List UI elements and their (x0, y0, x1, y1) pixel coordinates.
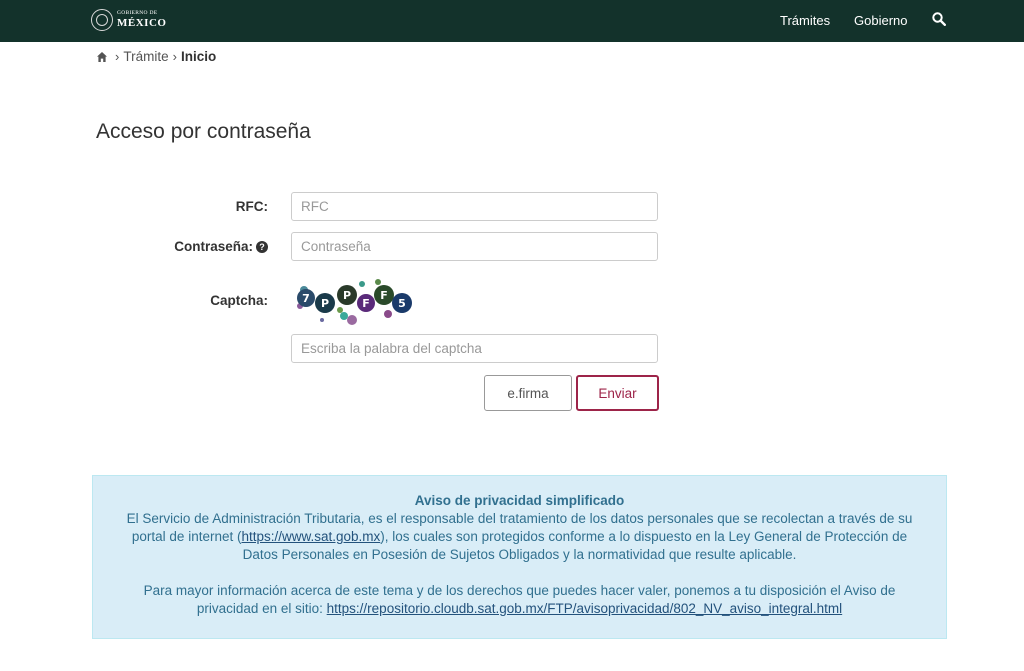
captcha-char: F (380, 289, 388, 302)
captcha-char: 5 (398, 297, 406, 310)
password-label-group: Contraseña: ? (174, 239, 268, 254)
privacy-title: Aviso de privacidad simplificado (414, 493, 625, 508)
captcha-char: P (321, 297, 329, 310)
sat-link[interactable]: https://www.sat.gob.mx (241, 529, 380, 544)
breadcrumb-inicio: Inicio (180, 49, 217, 64)
logo-big-text: MÉXICO (117, 16, 167, 29)
efirma-button[interactable]: e.firma (484, 375, 572, 411)
home-icon[interactable] (96, 51, 108, 63)
top-navbar: GOBIERNO DE MÉXICO Trámites Gobierno (0, 0, 1024, 42)
page-title: Acceso por contraseña (96, 120, 311, 143)
breadcrumb: › Trámite › Inicio (96, 49, 216, 64)
breadcrumb-tramite[interactable]: Trámite (123, 49, 168, 64)
captcha-char: P (343, 289, 351, 302)
chevron-right-icon: › (172, 49, 177, 64)
captcha-input[interactable] (291, 334, 658, 363)
logo-small-text: GOBIERNO DE (117, 10, 158, 17)
captcha-label: Captcha: (210, 293, 268, 308)
privacy-paragraph-1: El Servicio de Administración Tributaria… (126, 511, 913, 562)
privacy-notice: Aviso de privacidad simplificado El Serv… (92, 475, 947, 639)
nav-tramites-link[interactable]: Trámites (780, 13, 830, 28)
rfc-input[interactable] (291, 192, 658, 221)
seal-icon (91, 9, 113, 31)
question-circle-icon[interactable]: ? (256, 240, 268, 253)
captcha-char: 7 (302, 292, 310, 305)
search-icon[interactable] (932, 12, 946, 26)
privacy-integral-link[interactable]: https://repositorio.cloudb.sat.gob.mx/FT… (327, 601, 843, 616)
chevron-right-icon: › (115, 49, 120, 64)
password-input[interactable] (291, 232, 658, 261)
captcha-image: 7 P P F F 5 (297, 279, 412, 325)
password-label: Contraseña: (174, 239, 253, 254)
gobierno-mexico-logo[interactable]: GOBIERNO DE MÉXICO (91, 9, 166, 31)
nav-gobierno-link[interactable]: Gobierno (854, 13, 907, 28)
enviar-button[interactable]: Enviar (576, 375, 659, 411)
captcha-char: F (362, 297, 370, 310)
privacy-paragraph-2: Para mayor información acerca de este te… (143, 583, 896, 616)
rfc-label: RFC: (235, 199, 268, 214)
